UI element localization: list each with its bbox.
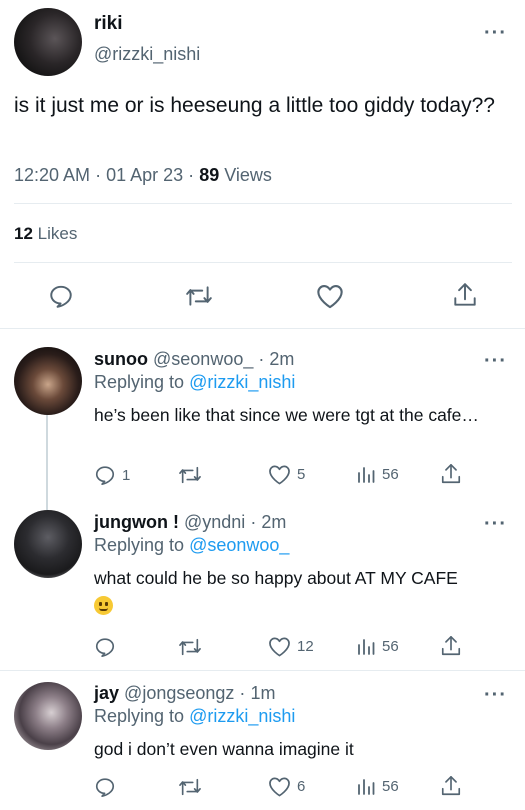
replying-label: Replying to <box>94 706 185 726</box>
display-name[interactable]: jay <box>94 683 119 703</box>
views-count: 89 <box>199 165 220 185</box>
separator: · <box>239 683 246 703</box>
likes-stat[interactable]: 12 Likes <box>14 224 77 244</box>
handle[interactable]: @yndni <box>184 512 245 532</box>
like-count: 6 <box>297 778 306 795</box>
replying-to: Replying to @rizzki_nishi <box>94 372 295 393</box>
views-icon <box>358 779 375 795</box>
more-icon[interactable]: ··· <box>484 351 507 371</box>
separator: · <box>95 165 102 185</box>
retweet-icon <box>179 638 201 656</box>
replying-to-handle[interactable]: @rizzki_nishi <box>189 372 295 392</box>
like-icon <box>269 777 290 797</box>
tweet-text: is it just me or is heeseung a little to… <box>14 94 495 117</box>
reply-time[interactable]: 1m <box>250 683 275 703</box>
more-icon[interactable]: ··· <box>484 23 507 43</box>
share-icon[interactable] <box>440 634 462 663</box>
replying-to-handle[interactable]: @seonwoo_ <box>189 535 289 555</box>
separator: · <box>250 512 257 532</box>
reply-action[interactable]: 1 <box>94 464 130 486</box>
reply-count: 1 <box>122 466 131 484</box>
views-count: 56 <box>382 777 399 795</box>
replying-label: Replying to <box>94 535 185 555</box>
reply-time[interactable]: 2m <box>269 349 294 369</box>
retweet-action[interactable] <box>178 636 208 658</box>
grinning-face-emoji <box>94 596 113 615</box>
retweet-icon <box>179 466 201 484</box>
retweet-icon <box>179 778 201 796</box>
handle[interactable]: @seonwoo_ <box>153 349 253 369</box>
tweet-date[interactable]: 01 Apr 23 <box>106 165 183 185</box>
more-icon[interactable]: ··· <box>484 514 507 534</box>
views-count: 56 <box>382 465 399 483</box>
likes-count: 12 <box>14 224 33 243</box>
reply-header: jay @jongseongz · 1m <box>94 683 275 704</box>
reply-action[interactable] <box>94 636 122 658</box>
reply-text: what could he be so happy about AT MY CA… <box>94 568 458 588</box>
avatar[interactable] <box>14 510 82 578</box>
reply-header: jungwon ! @yndni · 2m <box>94 512 286 533</box>
replying-to-handle[interactable]: @rizzki_nishi <box>189 706 295 726</box>
retweet-action[interactable] <box>178 776 208 798</box>
views-icon <box>358 467 375 483</box>
separator: · <box>258 349 265 369</box>
divider <box>14 262 512 263</box>
replying-to: Replying to @rizzki_nishi <box>94 706 295 727</box>
reply-header: sunoo @seonwoo_ · 2m <box>94 349 294 370</box>
handle[interactable]: @jongseongz <box>124 683 234 703</box>
display-name[interactable]: riki <box>94 13 123 35</box>
retweet-icon[interactable] <box>185 283 213 314</box>
reply-icon <box>95 466 115 485</box>
reply-icon[interactable] <box>48 283 74 314</box>
like-icon <box>269 465 290 485</box>
like-icon <box>269 637 290 657</box>
more-icon[interactable]: ··· <box>484 685 507 705</box>
separator: · <box>188 165 195 185</box>
replying-label: Replying to <box>94 372 185 392</box>
reply-time[interactable]: 2m <box>261 512 286 532</box>
reply-icon <box>95 638 115 657</box>
retweet-action[interactable] <box>178 464 208 486</box>
views-count: 56 <box>382 637 399 655</box>
share-icon[interactable] <box>440 462 462 491</box>
share-icon[interactable] <box>452 281 478 314</box>
views-action[interactable]: 56 <box>356 636 399 656</box>
divider <box>0 328 525 329</box>
views-label: Views <box>224 165 272 185</box>
like-icon[interactable] <box>316 283 344 314</box>
avatar[interactable] <box>14 8 82 76</box>
like-count: 5 <box>297 466 306 483</box>
share-icon[interactable] <box>440 774 462 803</box>
like-action[interactable]: 12 <box>268 636 314 657</box>
display-name[interactable]: jungwon ! <box>94 512 179 532</box>
thread-line <box>46 414 48 510</box>
tweet-time[interactable]: 12:20 AM <box>14 165 90 185</box>
divider <box>14 203 512 204</box>
views-action[interactable]: 56 <box>356 464 399 484</box>
display-name[interactable]: sunoo <box>94 349 148 369</box>
reply-text: he’s been like that since we were tgt at… <box>94 405 479 425</box>
views-icon <box>358 639 375 655</box>
handle[interactable]: @rizzki_nishi <box>94 44 200 65</box>
replying-to: Replying to @seonwoo_ <box>94 535 289 556</box>
reply-icon <box>95 778 115 797</box>
divider <box>0 670 525 671</box>
likes-label: Likes <box>37 224 78 243</box>
like-action[interactable]: 6 <box>268 776 305 797</box>
avatar[interactable] <box>14 347 82 415</box>
views-action[interactable]: 56 <box>356 776 399 796</box>
like-count: 12 <box>297 638 314 655</box>
like-action[interactable]: 5 <box>268 464 305 485</box>
reply-action[interactable] <box>94 776 122 798</box>
tweet-meta: 12:20 AM · 01 Apr 23 · 89 Views <box>14 165 272 186</box>
reply-text: god i don’t even wanna imagine it <box>94 739 354 759</box>
avatar[interactable] <box>14 682 82 750</box>
